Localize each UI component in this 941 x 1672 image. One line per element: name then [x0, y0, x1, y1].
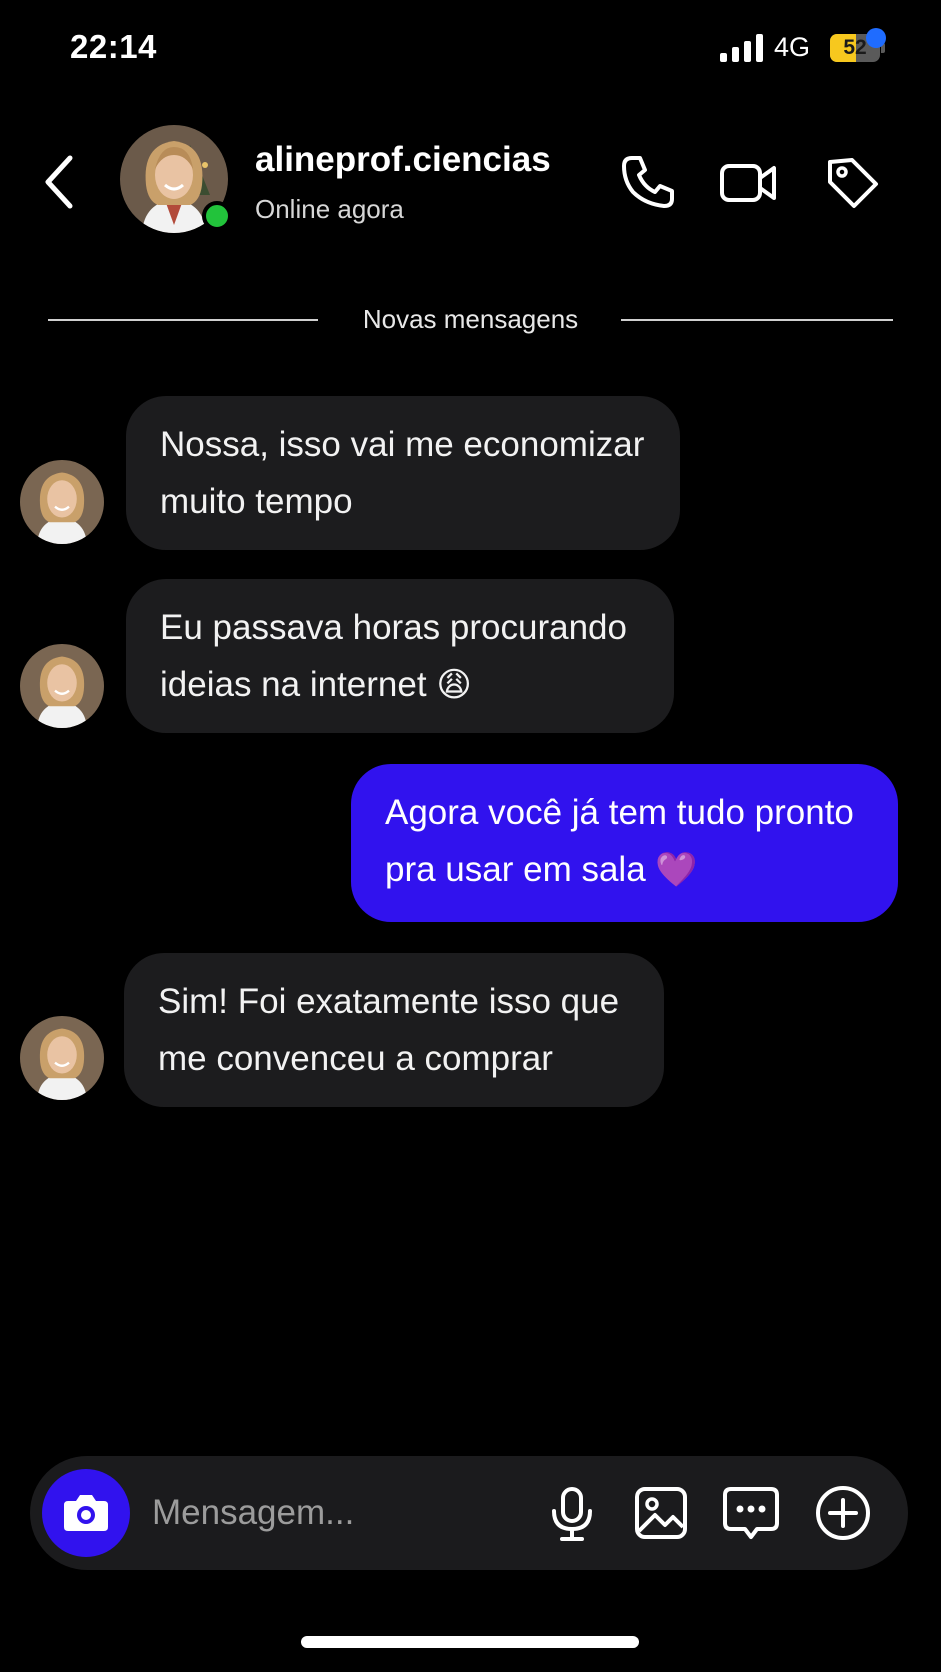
presence-status: Online agora [255, 194, 404, 224]
microphone-icon[interactable] [542, 1483, 602, 1543]
purple-heart-emoji: 💜 [655, 850, 698, 890]
profile-photo [20, 460, 104, 544]
status-bar: 22:14 4G 52 [0, 0, 941, 100]
gallery-icon[interactable] [631, 1483, 691, 1543]
message-composer [30, 1456, 908, 1570]
new-messages-divider: Novas mensagens [48, 300, 893, 340]
tag-icon[interactable] [822, 152, 882, 212]
network-type: 4G [774, 32, 811, 62]
message-text: ideias na internet [160, 665, 427, 704]
status-time: 22:14 [70, 28, 157, 65]
message-bubble-incoming[interactable]: Eu passava horas procurando ideias na in… [126, 579, 674, 733]
message-bubble-outgoing[interactable]: Agora você já tem tudo pronto pra usar e… [351, 764, 898, 922]
message-text: muito tempo [160, 482, 353, 521]
online-indicator [202, 201, 232, 231]
avatar[interactable] [120, 125, 232, 233]
chat-username[interactable]: alineprof.ciencias [255, 140, 551, 180]
weary-face-emoji: 😩 [436, 665, 472, 705]
chat-header: alineprof.ciencias Online agora [0, 120, 941, 240]
camera-icon [64, 1495, 108, 1531]
video-icon[interactable] [718, 152, 778, 212]
message-text: me convenceu a comprar [158, 1039, 553, 1078]
notification-dot [866, 28, 886, 48]
profile-photo [20, 1016, 104, 1100]
avatar[interactable] [20, 1016, 104, 1100]
message-text: Agora você já tem tudo pronto [385, 793, 854, 832]
phone-icon[interactable] [618, 152, 678, 212]
message-text: Eu passava horas procurando [160, 608, 627, 647]
avatar[interactable] [20, 460, 104, 544]
profile-photo [20, 644, 104, 728]
home-indicator[interactable] [301, 1636, 639, 1648]
message-text: Sim! Foi exatamente isso que [158, 982, 620, 1021]
message-input[interactable] [152, 1484, 532, 1542]
sticker-icon[interactable] [721, 1483, 781, 1543]
signal-icon [720, 34, 763, 62]
message-bubble-incoming[interactable]: Nossa, isso vai me economizar muito temp… [126, 396, 680, 550]
message-text: Nossa, isso vai me economizar [160, 425, 645, 464]
avatar[interactable] [20, 644, 104, 728]
chevron-left-icon[interactable] [40, 152, 80, 212]
camera-button[interactable] [42, 1469, 130, 1557]
message-bubble-incoming[interactable]: Sim! Foi exatamente isso que me convence… [124, 953, 664, 1107]
message-text: pra usar em sala [385, 850, 646, 889]
plus-icon[interactable] [813, 1483, 873, 1543]
